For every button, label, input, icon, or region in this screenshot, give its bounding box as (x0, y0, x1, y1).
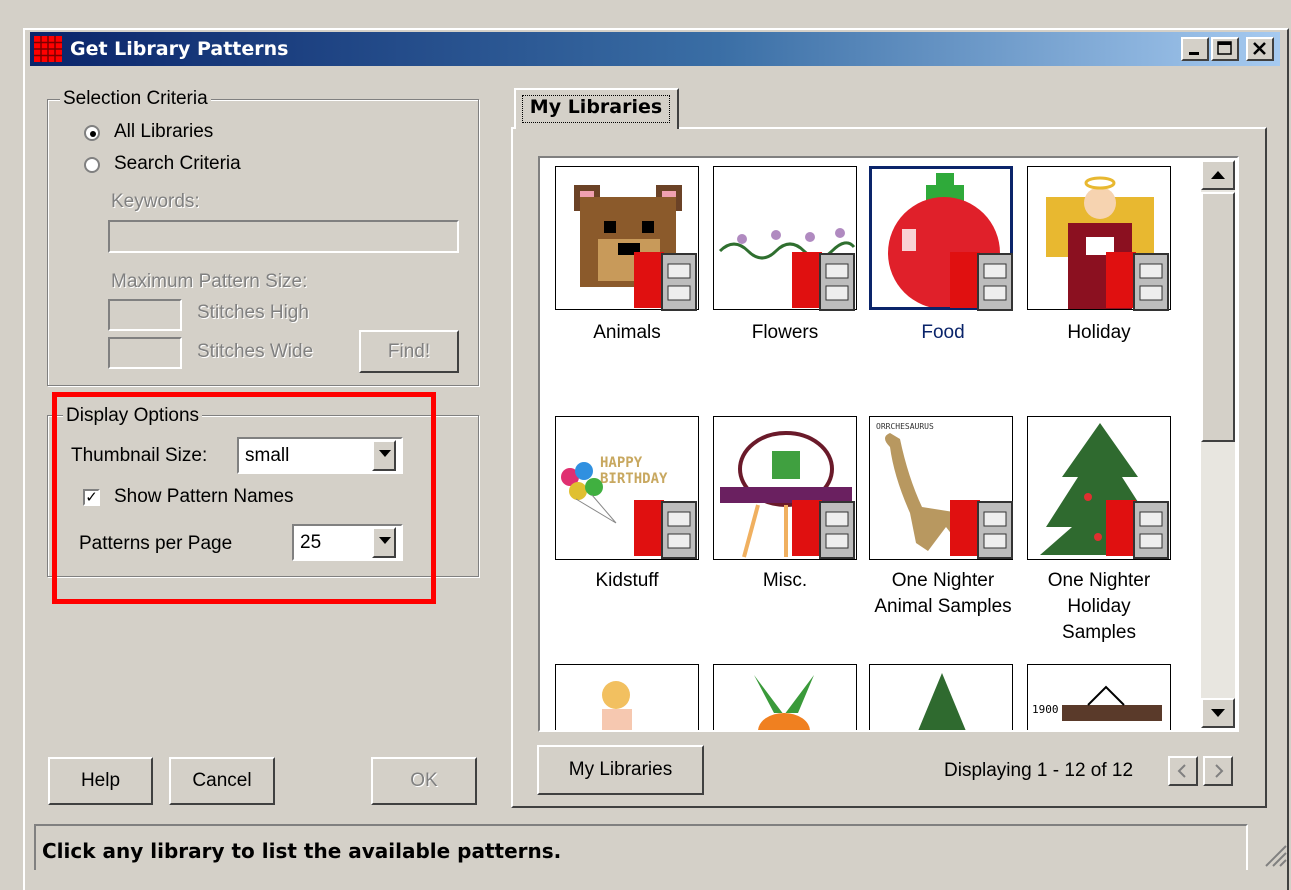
library-name-flowers[interactable]: Flowers (705, 320, 865, 346)
carrot-icon (754, 675, 814, 730)
stitches-high-input[interactable] (108, 299, 182, 331)
stitches-wide-input[interactable] (108, 337, 182, 369)
library-overlay-icon (792, 252, 855, 311)
library-overlay-icon (634, 252, 697, 311)
small-tree-icon (918, 673, 966, 730)
keywords-input[interactable] (108, 220, 459, 253)
all-libraries-radio[interactable] (84, 125, 100, 141)
library-name-kidstuff[interactable]: Kidstuff (547, 568, 707, 594)
cherub-icon (602, 681, 632, 730)
status-message: Click any library to list the available … (42, 839, 562, 863)
minimize-button[interactable] (1181, 37, 1209, 61)
library-name-holiday[interactable]: Holiday (1019, 320, 1179, 346)
find-button[interactable]: Find! (359, 330, 459, 373)
minimize-icon (1189, 52, 1199, 55)
search-criteria-label[interactable]: Search Criteria (114, 153, 241, 175)
close-icon (1253, 42, 1266, 55)
max-pattern-size-label: Maximum Pattern Size: (111, 271, 308, 292)
library-thumb-row3-4[interactable]: 1900 (1027, 664, 1171, 730)
stitches-wide-label: Stitches Wide (197, 341, 314, 362)
ok-button[interactable]: OK (371, 757, 477, 805)
selection-criteria-legend: Selection Criteria (60, 88, 211, 110)
all-libraries-label[interactable]: All Libraries (114, 121, 213, 143)
scroll-down-icon (1211, 709, 1225, 717)
library-overlay-icon (950, 500, 1013, 559)
library-overlay-icon (950, 252, 1013, 311)
scroll-up-icon (1211, 171, 1225, 179)
status-bar: Click any library to list the available … (34, 824, 1248, 870)
keywords-label: Keywords: (111, 191, 200, 212)
library-overlay-icon (634, 500, 697, 559)
stitches-high-label: Stitches High (197, 302, 309, 323)
tab-my-libraries-label[interactable]: My Libraries (521, 94, 671, 124)
library-name-one-nighter-holiday[interactable]: One Nighter Holiday Samples (1029, 568, 1169, 646)
resize-grip-icon[interactable] (1262, 842, 1288, 868)
library-name-misc[interactable]: Misc. (705, 568, 865, 594)
scroll-down-button[interactable] (1201, 698, 1235, 728)
vintage-car-icon: 1900 (1032, 685, 1162, 721)
search-criteria-radio[interactable] (84, 157, 100, 173)
scrollbar-thumb[interactable] (1201, 192, 1235, 442)
close-button[interactable] (1246, 37, 1274, 61)
cancel-button[interactable]: Cancel (169, 757, 275, 805)
svg-text:ORRCHESAURUS: ORRCHESAURUS (876, 422, 934, 431)
library-name-animals[interactable]: Animals (547, 320, 707, 346)
library-overlay-icon (1106, 500, 1169, 559)
maximize-icon (1217, 41, 1232, 55)
next-page-button[interactable] (1203, 756, 1233, 786)
app-grid-icon (34, 36, 62, 62)
previous-page-button[interactable] (1168, 756, 1198, 786)
library-name-food[interactable]: Food (863, 320, 1023, 346)
my-libraries-button[interactable]: My Libraries (537, 745, 704, 795)
library-thumb-row3-1[interactable] (555, 664, 699, 730)
library-thumb-row3-3[interactable] (869, 664, 1013, 730)
help-button[interactable]: Help (48, 757, 153, 805)
library-name-one-nighter-animal[interactable]: One Nighter Animal Samples (873, 568, 1013, 620)
window-title: Get Library Patterns (70, 38, 289, 60)
svg-text:1900: 1900 (1032, 703, 1059, 716)
library-thumb-row3-2[interactable] (713, 664, 857, 730)
library-overlay-icon (792, 500, 855, 559)
displaying-count: Displaying 1 - 12 of 12 (944, 760, 1134, 781)
chevron-left-icon (1177, 764, 1186, 778)
scroll-up-button[interactable] (1201, 160, 1235, 190)
highlight-box (52, 392, 436, 604)
maximize-button[interactable] (1211, 37, 1239, 61)
chevron-right-icon (1215, 764, 1224, 778)
library-overlay-icon (1106, 252, 1169, 311)
svg-text:HAPPY: HAPPY (600, 455, 643, 471)
svg-text:BIRTHDAY: BIRTHDAY (600, 471, 668, 487)
